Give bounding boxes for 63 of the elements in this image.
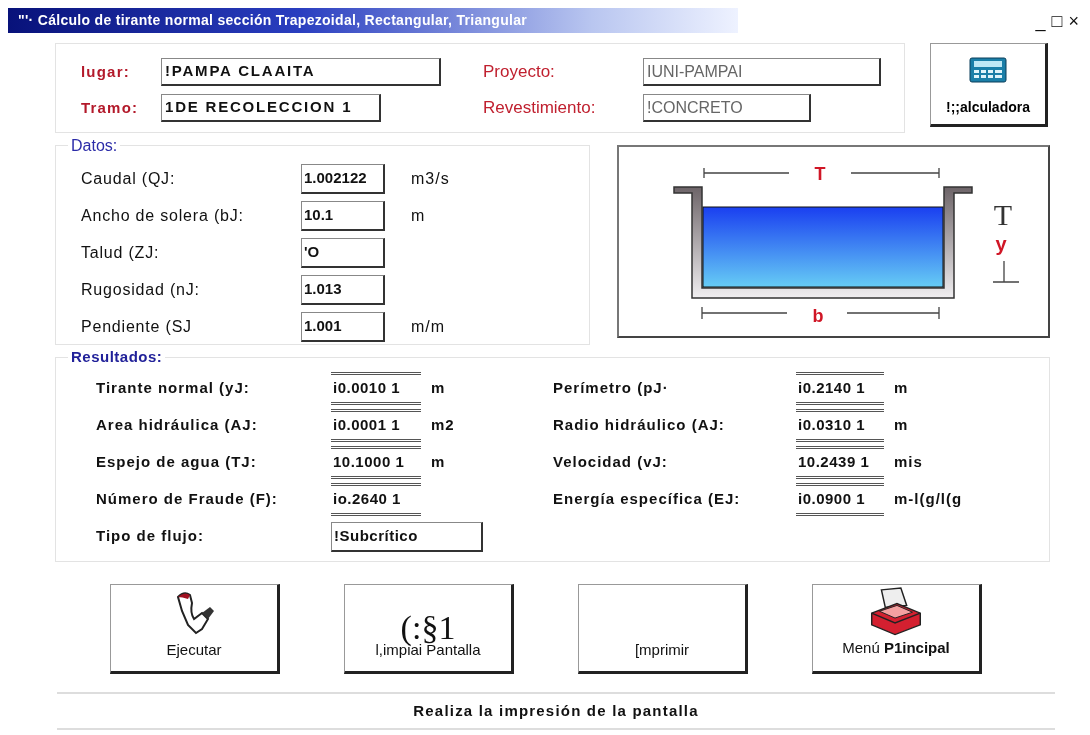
unit-label: m3/s — [411, 168, 450, 189]
input-field[interactable]: IUNI-PAMPAI — [643, 58, 881, 86]
field-label: Revestimiento: — [483, 97, 597, 120]
unit-label: mis — [894, 452, 923, 473]
field-label: Velocidad (vJ: — [553, 452, 669, 473]
output-field: i0.0310 1 — [796, 409, 884, 442]
action-button[interactable]: (:§1 l,impiai Pantalla — [344, 584, 514, 674]
input-field[interactable]: !Subcrítico — [331, 521, 483, 552]
minimize-button[interactable]: _ — [1032, 11, 1049, 30]
calculator-button[interactable]: !;;alculadora — [930, 43, 1048, 127]
field-label: Proyecto: — [483, 61, 556, 84]
field-label: Espejo de agua (TJ: — [96, 452, 258, 473]
field-label: Tramo: — [81, 97, 140, 118]
action-button[interactable]: Menú P1incipal — [812, 584, 982, 674]
field-label: Rugosidad (nJ: — [81, 279, 201, 300]
unit-label: m — [894, 378, 909, 399]
field-label: Perímetro (pJ· — [553, 378, 670, 399]
output-field: i0.0010 1 — [331, 372, 421, 405]
status-text: Realiza la impresión de la pantalla — [413, 700, 699, 721]
unit-label: m — [411, 205, 426, 226]
field-label: Area hidráulica (AJ: — [96, 415, 259, 436]
field-label: Radio hidráulico (AJ: — [553, 415, 726, 436]
field-label: Energía específica (EJ: — [553, 489, 742, 510]
close-button[interactable]: × — [1065, 11, 1082, 30]
action-button[interactable]: Ejecutar — [110, 584, 280, 674]
input-field[interactable]: 1.001 — [301, 311, 385, 342]
output-field: i0.0900 1 — [796, 483, 884, 516]
field-label: Pendiente (SJ — [81, 316, 193, 337]
output-field: io.2640 1 — [331, 483, 421, 516]
input-field[interactable]: !PAMPA CLAAITA — [161, 58, 441, 86]
dimension-line — [992, 260, 1020, 283]
dimension-label: T — [814, 164, 826, 184]
dimension-label: T — [993, 198, 1013, 231]
field-label: Caudal (QJ: — [81, 168, 177, 189]
field-label: Talud (ZJ: — [81, 242, 161, 263]
unit-label: m/m — [411, 316, 446, 337]
input-field[interactable]: 10.1 — [301, 200, 385, 231]
dimension-label: b — [812, 306, 824, 326]
field-label: Ancho de solera (bJ: — [81, 205, 245, 226]
input-field[interactable]: 'O — [301, 237, 385, 268]
field-label: Número de Fraude (F): — [96, 489, 279, 510]
window-title: "'· Cálculo de tirante normal sección Trapezoidal, Rectangular, Triangular — [8, 8, 738, 33]
input-field[interactable]: 1.002122 — [301, 163, 385, 194]
input-field[interactable]: !CONCRETO — [643, 94, 811, 122]
field-label: lugar: — [81, 61, 131, 82]
output-field: 10.1000 1 — [331, 446, 421, 479]
calculator-icon — [969, 57, 1007, 83]
output-field: 10.2439 1 — [796, 446, 884, 479]
action-button[interactable]: [mprimir — [578, 584, 748, 674]
button-glyph: (:§1 — [400, 610, 456, 645]
maximize-button[interactable]: □ — [1048, 11, 1066, 30]
output-field: i0.0001 1 — [331, 409, 421, 442]
dimension-label: y — [995, 233, 1007, 255]
unit-label: m — [894, 415, 909, 436]
unit-label: m — [431, 452, 446, 473]
field-label: Tipo de flujo: — [96, 526, 205, 547]
input-field[interactable]: 1DE RECOLECCION 1 — [161, 94, 381, 122]
unit-label: m-l(g/l(g — [894, 489, 963, 510]
unit-label: m — [431, 378, 446, 399]
field-label: Tirante normal (yJ: — [96, 378, 251, 399]
unit-label: m2 — [431, 415, 455, 436]
output-field: i0.2140 1 — [796, 372, 884, 405]
input-field[interactable]: 1.013 — [301, 274, 385, 305]
